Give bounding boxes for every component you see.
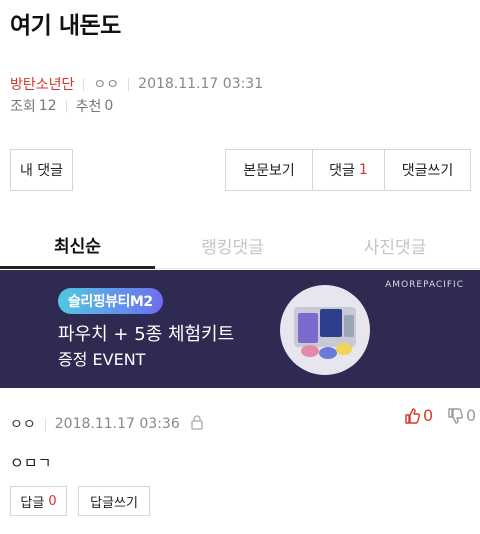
post-actions: 본문보기 댓글 1 댓글쓰기 bbox=[225, 149, 471, 191]
lock-icon bbox=[190, 414, 204, 434]
thumbs-down-icon bbox=[448, 407, 463, 424]
banner-subheadline: 증정 EVENT bbox=[58, 350, 146, 369]
comment-meta: ㅇㅇ 2018.11.17 03:36 bbox=[10, 414, 204, 434]
post-stats: 조회 12 추천 0 bbox=[10, 96, 113, 116]
post-author[interactable]: 방탄소년단 bbox=[10, 74, 74, 94]
view-body-button[interactable]: 본문보기 bbox=[226, 150, 313, 190]
post-title: 여기 내돈도 bbox=[10, 13, 121, 39]
banner-headline: 파우치 + 5종 체험키트 bbox=[58, 324, 235, 345]
post-meta: 방탄소년단 ㅇㅇ 2018.11.17 03:31 bbox=[10, 74, 263, 94]
like-count: 0 bbox=[423, 406, 434, 425]
dislike-button[interactable]: 0 bbox=[447, 406, 476, 425]
product-kit-icon bbox=[294, 307, 356, 359]
write-reply-button[interactable]: 답글쓰기 bbox=[78, 486, 150, 516]
comment-sort-tabs: 최신순 랭킹댓글 사진댓글 bbox=[0, 222, 480, 269]
banner-product-pill: 슬리핑뷰티M2 bbox=[58, 288, 163, 314]
tab-photo[interactable]: 사진댓글 bbox=[310, 222, 480, 269]
divider bbox=[128, 77, 130, 91]
reply-label: 답글 bbox=[20, 495, 45, 511]
like-button[interactable]: 0 bbox=[404, 406, 433, 425]
recommend-count: 0 bbox=[104, 98, 114, 114]
divider bbox=[44, 417, 46, 431]
dislike-count: 0 bbox=[466, 406, 477, 425]
post-datetime: 2018.11.17 03:31 bbox=[138, 76, 264, 92]
my-comments-button[interactable]: 내 댓글 bbox=[10, 149, 73, 191]
comments-count: 1 bbox=[358, 162, 368, 178]
views-label: 조회 bbox=[10, 99, 36, 115]
banner-brand: AMOREPACIFIC bbox=[385, 280, 464, 290]
ad-banner[interactable]: 슬리핑뷰티M2 파우치 + 5종 체험키트 증정 EVENT AMOREPACI… bbox=[0, 270, 480, 388]
post-nickname: ㅇㅇ bbox=[93, 77, 120, 93]
banner-product-image bbox=[280, 285, 370, 375]
write-comment-button[interactable]: 댓글쓰기 bbox=[385, 150, 470, 190]
comments-label: 댓글 bbox=[329, 163, 355, 179]
comment-body: ㅇㅁㄱ bbox=[10, 454, 52, 472]
comment-nickname: ㅇㅇ bbox=[10, 417, 36, 433]
recommend-label: 추천 bbox=[75, 99, 102, 115]
divider bbox=[83, 77, 85, 91]
reply-button[interactable]: 답글 0 bbox=[10, 486, 67, 516]
tab-latest[interactable]: 최신순 bbox=[0, 222, 155, 269]
thumbs-up-icon bbox=[405, 407, 420, 424]
views-count: 12 bbox=[38, 98, 57, 114]
comment-datetime: 2018.11.17 03:36 bbox=[54, 416, 180, 432]
reply-count: 0 bbox=[48, 493, 57, 509]
comments-button[interactable]: 댓글 1 bbox=[313, 150, 385, 190]
tab-ranking[interactable]: 랭킹댓글 bbox=[155, 222, 310, 269]
divider bbox=[65, 99, 67, 113]
